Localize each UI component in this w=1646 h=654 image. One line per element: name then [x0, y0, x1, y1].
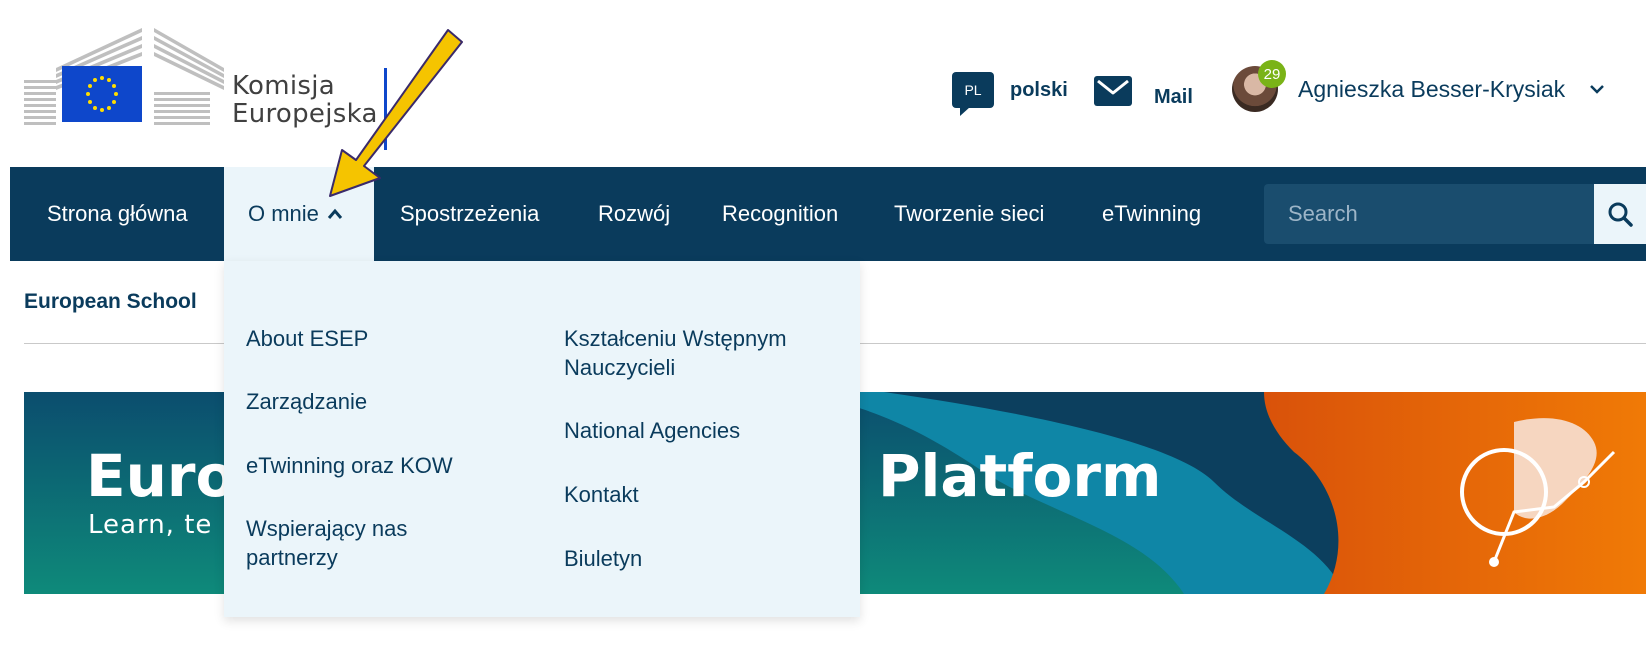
nav-item-home[interactable]: Strona główna [47, 167, 188, 261]
menu-item-etwinning-kow[interactable]: eTwinning oraz KOW [246, 451, 453, 480]
banner-title-right: Platform [878, 442, 1162, 510]
search-button[interactable] [1594, 184, 1646, 244]
nav-item-insights[interactable]: Spostrzeżenia [400, 167, 539, 261]
site-header: Komisja Europejska PL polski Mail 29 Agn… [0, 0, 1646, 167]
about-me-dropdown-menu: About ESEP Zarządzanie eTwinning oraz KO… [224, 261, 860, 617]
nav-item-recognition[interactable]: Recognition [722, 167, 838, 261]
notification-badge: 29 [1258, 60, 1286, 88]
avatar: 29 [1232, 60, 1286, 112]
user-menu[interactable]: 29 Agnieszka Besser-Krysiak [1232, 60, 1605, 112]
org-name-line2: Europejska [232, 99, 378, 129]
nav-item-label: Strona główna [47, 201, 188, 226]
nav-item-label: eTwinning [1102, 201, 1202, 226]
nav-item-label: Tworzenie sieci [894, 201, 1045, 226]
nav-item-etwinning[interactable]: eTwinning [1102, 167, 1201, 261]
search-input[interactable] [1288, 201, 1594, 227]
banner-subtitle-left: Learn, te [88, 510, 213, 540]
language-switcher[interactable]: PL polski [952, 72, 1068, 116]
menu-item-initial-teacher-education[interactable]: Kształceniu Wstępnym Nauczycieli [564, 324, 824, 382]
org-name-line1: Komisja [232, 71, 336, 101]
nav-item-about-me[interactable]: O mnie [224, 167, 374, 261]
breadcrumb[interactable]: European School [24, 290, 197, 314]
envelope-icon [1094, 75, 1132, 106]
chevron-up-icon [327, 208, 343, 219]
nav-item-development[interactable]: Rozwój [598, 167, 670, 261]
mail-link[interactable]: Mail [1094, 72, 1193, 109]
speech-bubble-icon: PL [952, 72, 994, 116]
search-icon [1608, 202, 1633, 227]
menu-item-newsletter[interactable]: Biuletyn [564, 544, 642, 573]
menu-item-national-agencies[interactable]: National Agencies [564, 416, 740, 445]
mail-label: Mail [1154, 86, 1193, 108]
page: Komisja Europejska PL polski Mail 29 Agn… [0, 0, 1646, 654]
search-field [1264, 184, 1594, 244]
nav-item-networking[interactable]: Tworzenie sieci [894, 167, 1044, 261]
language-code: PL [964, 82, 982, 98]
nav-item-label: Spostrzeżenia [400, 201, 540, 226]
language-label: polski [1010, 78, 1068, 101]
menu-item-about-esep[interactable]: About ESEP [246, 324, 368, 353]
menu-item-management[interactable]: Zarządzanie [246, 387, 367, 416]
commission-building-logo-icon [24, 28, 224, 125]
nav-item-label: Rozwój [598, 201, 671, 226]
main-navigation: Strona główna O mnie Spostrzeżenia Rozwó… [10, 167, 1646, 261]
european-commission-logo[interactable]: Komisja Europejska [24, 28, 404, 150]
organization-name: Komisja Europejska [232, 72, 378, 128]
nav-item-label: O mnie [248, 201, 319, 226]
logo-separator [384, 68, 387, 150]
menu-item-supporting-partners[interactable]: Wspierający nas partnerzy [246, 514, 466, 572]
user-name: Agnieszka Besser-Krysiak [1298, 75, 1566, 102]
chevron-down-icon[interactable] [1589, 83, 1605, 95]
nav-item-label: Recognition [722, 201, 839, 226]
menu-item-contact[interactable]: Kontakt [564, 480, 639, 509]
